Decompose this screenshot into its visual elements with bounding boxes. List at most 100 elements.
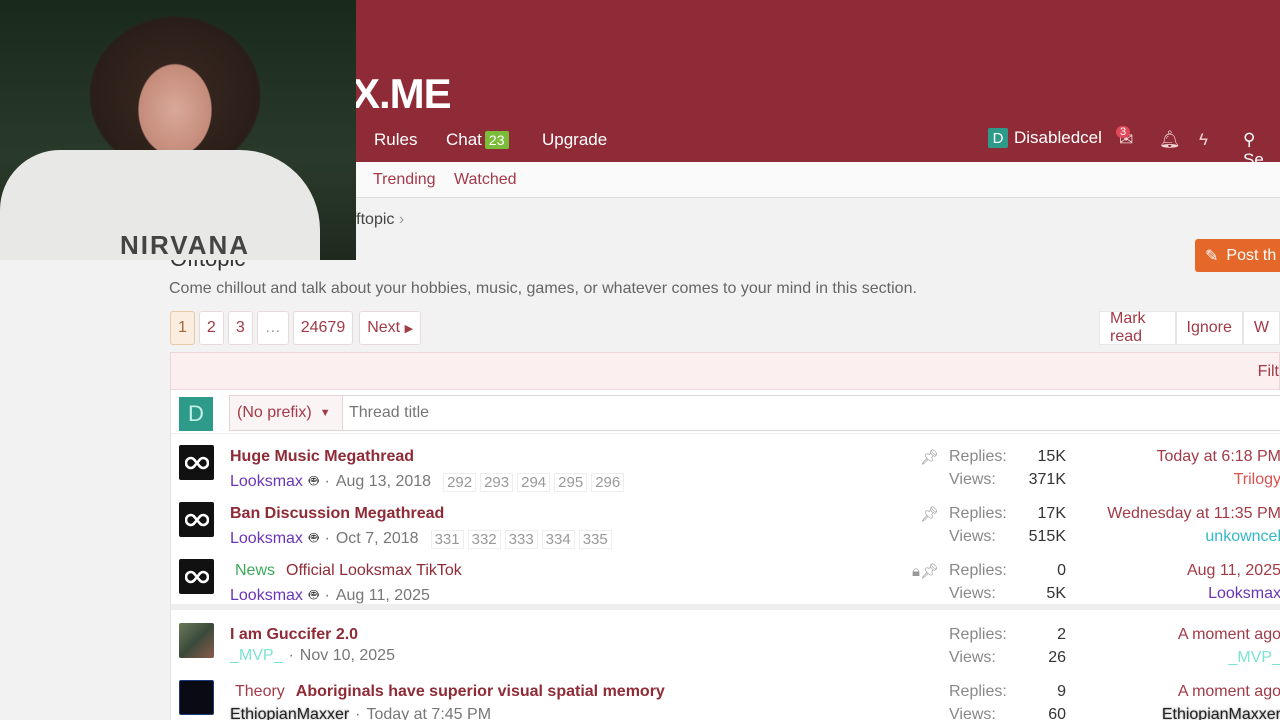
thread-page-link[interactable]: 334 xyxy=(541,529,575,549)
thread-author[interactable]: EthiopianMaxxer xyxy=(230,706,349,720)
thread-title-text: Official Looksmax TikTok xyxy=(286,562,462,579)
robot-icon: 🤖︎ xyxy=(308,473,319,490)
subnav-trending[interactable]: Trending xyxy=(373,171,436,189)
webcam-overlay: NIRVANA xyxy=(0,0,356,260)
lock-pin-icons: 🔒︎📌︎ xyxy=(912,562,939,580)
thread-page-links: 292 293 294 295 296 xyxy=(443,472,625,492)
thread-author[interactable]: _MVP_ xyxy=(230,647,282,665)
page-link-1[interactable]: 1 xyxy=(170,311,195,345)
thread-author[interactable]: Looksmax xyxy=(230,473,303,491)
next-page-button[interactable]: Next ▶ xyxy=(359,311,422,345)
thread-date: Aug 13, 2018 xyxy=(335,473,432,490)
breadcrumb[interactable]: fftopic › xyxy=(352,211,404,229)
robot-icon: 🤖︎ xyxy=(308,530,319,547)
thread-title-input[interactable] xyxy=(343,395,1280,431)
last-post-date[interactable]: Wednesday at 11:35 PM xyxy=(1107,505,1280,523)
last-post-user[interactable]: unkowncel xyxy=(1205,528,1280,546)
page-link-3[interactable]: 3 xyxy=(227,311,253,345)
chevron-right-icon: › xyxy=(398,211,405,228)
last-post-date[interactable]: A moment ago xyxy=(1178,626,1280,644)
thread-page-link[interactable]: 333 xyxy=(504,529,538,549)
thread-author[interactable]: Looksmax xyxy=(230,530,303,548)
user-menu[interactable]: D Disabledcel xyxy=(988,128,1102,148)
nav-rules[interactable]: Rules xyxy=(374,130,417,150)
meta-separator: · xyxy=(355,706,361,720)
replies-count: 15K xyxy=(1037,448,1066,465)
pagination: 1 2 3 … 24679 Next ▶ xyxy=(170,311,422,345)
thread-title[interactable]: Huge Music Megathread xyxy=(230,448,414,466)
thread-page-link[interactable]: 292 xyxy=(443,472,477,492)
avatar: D xyxy=(179,397,213,431)
pin-icon: 📌︎ xyxy=(919,563,939,580)
thread-meta: Looksmax 🤖︎ · Aug 13, 2018 292 293 294 295 296 xyxy=(230,471,625,493)
meta-separator: · xyxy=(288,647,294,664)
filters-button[interactable]: Filt xyxy=(1258,363,1279,381)
thread-title[interactable]: Ban Discussion Megathread xyxy=(230,505,444,523)
infinity-icon xyxy=(184,456,209,469)
last-post-user[interactable]: _MVP_ xyxy=(1229,649,1280,667)
last-post-user[interactable]: Trilogy xyxy=(1234,471,1280,489)
thread-prefix[interactable]: Theory xyxy=(230,683,290,700)
bell-icon[interactable]: 🔔︎ xyxy=(1159,130,1181,150)
avatar[interactable] xyxy=(179,559,214,594)
page-link-last[interactable]: 24679 xyxy=(292,311,354,345)
thread-page-link[interactable]: 331 xyxy=(430,529,464,549)
avatar[interactable] xyxy=(179,502,214,537)
table-row: Ban Discussion Megathread Looksmax 🤖︎ · Oct… xyxy=(171,493,1280,550)
replies-label: Replies: xyxy=(949,505,1007,522)
mark-read-button[interactable]: Mark read xyxy=(1099,310,1176,345)
last-post-date[interactable]: Today at 6:18 PM xyxy=(1156,448,1280,466)
page-link-2[interactable]: 2 xyxy=(198,311,224,345)
edit-icon: ✎ xyxy=(1205,247,1219,265)
replies-count: 0 xyxy=(1057,562,1066,579)
forum-actions: Mark read Ignore W xyxy=(1099,310,1280,345)
views-count: 60 xyxy=(1048,706,1066,720)
thread-page-links: 331 332 333 334 335 xyxy=(430,529,612,549)
post-thread-button[interactable]: ✎ Post th xyxy=(1195,239,1280,272)
pin-icon: 📌︎ xyxy=(919,449,939,466)
table-row: News Official Looksmax TikTok Looksmax 🤖︎ ·… xyxy=(171,550,1280,610)
views-count: 515K xyxy=(1028,528,1066,545)
pin-icon: 📌︎ xyxy=(919,506,939,523)
thread-prefix[interactable]: News xyxy=(230,562,280,579)
lightning-icon[interactable]: ϟ xyxy=(1199,130,1208,150)
thread-page-link[interactable]: 335 xyxy=(578,529,612,549)
last-post-user[interactable]: EthiopianMaxxer xyxy=(1162,706,1280,720)
meta-separator: · xyxy=(324,587,330,604)
search-icon: ⚲ xyxy=(1243,130,1256,149)
robot-icon: 🤖︎ xyxy=(308,587,319,604)
views-label: Views: xyxy=(949,649,996,666)
avatar[interactable] xyxy=(179,680,214,715)
nav-chat[interactable]: Chat 23 xyxy=(446,130,509,150)
page-jump[interactable]: … xyxy=(256,311,289,345)
mail-count-badge: 3 xyxy=(1116,126,1131,138)
watch-button[interactable]: W xyxy=(1242,311,1280,345)
avatar[interactable] xyxy=(179,623,214,658)
thread-title[interactable]: Theory Aboriginals have superior visual s… xyxy=(230,683,665,701)
avatar[interactable] xyxy=(179,445,214,480)
thread-page-link[interactable]: 294 xyxy=(517,472,551,492)
last-post-date[interactable]: A moment ago xyxy=(1178,683,1280,701)
thread-author[interactable]: Looksmax xyxy=(230,587,303,605)
thread-page-link[interactable]: 293 xyxy=(480,472,514,492)
ignore-button[interactable]: Ignore xyxy=(1175,311,1243,345)
prefix-select[interactable]: (No prefix) ▼ xyxy=(229,395,343,431)
thread-title-text: Aboriginals have superior visual spatial… xyxy=(295,683,665,700)
thread-title[interactable]: I am Guccifer 2.0 xyxy=(230,626,358,644)
avatar: D xyxy=(988,128,1008,148)
thread-meta: _MVP_ · Nov 10, 2025 xyxy=(230,647,395,665)
webcam-shirt-text: NIRVANA xyxy=(120,230,251,260)
thread-page-link[interactable]: 296 xyxy=(591,472,625,492)
subnav-watched[interactable]: Watched xyxy=(454,171,517,189)
thread-page-link[interactable]: 332 xyxy=(467,529,501,549)
breadcrumb-label: fftopic xyxy=(352,211,395,228)
last-post-user[interactable]: Looksmax xyxy=(1208,585,1280,603)
last-post-date[interactable]: Aug 11, 2025 xyxy=(1187,562,1280,580)
thread-title[interactable]: News Official Looksmax TikTok xyxy=(230,562,462,580)
chat-count-badge: 23 xyxy=(484,131,509,149)
nav-upgrade[interactable]: Upgrade xyxy=(542,130,607,150)
thread-page-link[interactable]: 295 xyxy=(554,472,588,492)
site-logo[interactable]: X.ME xyxy=(352,70,452,118)
caret-right-icon: ▶ xyxy=(404,322,414,335)
next-label: Next xyxy=(367,319,401,336)
